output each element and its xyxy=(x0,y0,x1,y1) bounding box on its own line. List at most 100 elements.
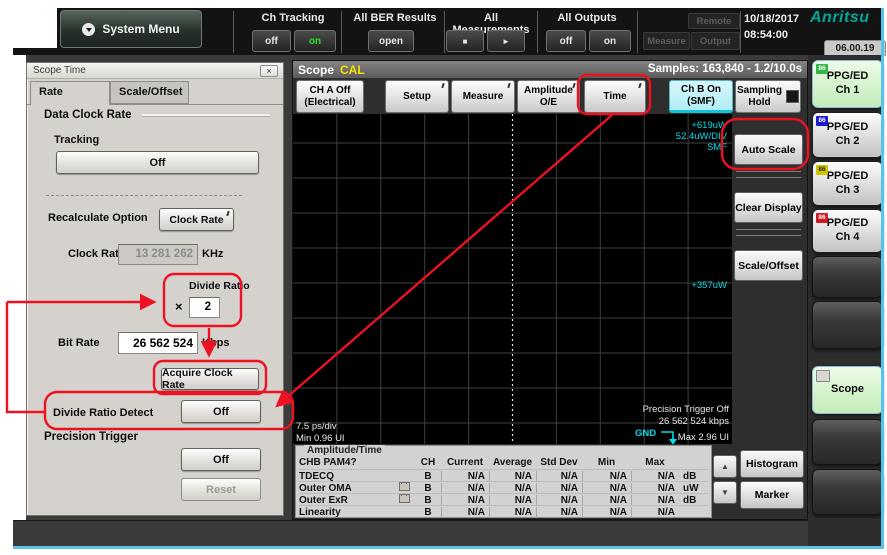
row-ch: B xyxy=(415,471,441,482)
scale-offset-button[interactable]: Scale/Offset xyxy=(734,250,803,281)
row-ch: B xyxy=(415,483,441,494)
screen: System Menu Ch Tracking off on All BER R… xyxy=(0,0,887,555)
multiply-sign: × xyxy=(175,299,183,314)
all-outputs-on-button[interactable]: on xyxy=(589,30,631,52)
ch-b-line1: Ch B On xyxy=(681,84,721,96)
bit-rate-label: Bit Rate xyxy=(58,337,100,349)
cell-average: N/A xyxy=(489,507,536,518)
ch-a-button[interactable]: CH A Off (Electrical) xyxy=(296,80,364,113)
samples-readout: Samples: 163,840 - 1.2/10.0s xyxy=(648,63,802,75)
col-max: Max xyxy=(631,457,679,468)
reset-button[interactable]: Reset xyxy=(181,478,261,501)
time-button[interactable]: Time xyxy=(584,80,646,113)
amplitude-line1: Amplitude xyxy=(524,85,573,97)
col-current: Current xyxy=(441,457,489,468)
scope-time-dialog: Scope Time × Rate Scale/Offset Data Cloc… xyxy=(26,62,284,516)
system-menu-label: System Menu xyxy=(102,22,179,36)
amplitude-line2: O/E xyxy=(540,97,557,109)
table-group-label: Amplitude/Time xyxy=(304,445,385,456)
clear-display-button[interactable]: Clear Display xyxy=(734,192,803,223)
tracking-off-button[interactable]: Off xyxy=(56,151,259,174)
scope-title-text: Scope xyxy=(298,63,334,77)
ch-b-line2: (SMF) xyxy=(687,96,715,108)
scope-button-label: Scope xyxy=(831,383,864,397)
all-measurements-start-button[interactable]: ► xyxy=(487,30,525,52)
sidebar-item-blank-4[interactable] xyxy=(812,469,883,515)
sidebar-item-blank-3[interactable] xyxy=(812,419,883,465)
row-name: TDECQ xyxy=(299,471,399,482)
chevron-down-circle-icon xyxy=(82,23,95,36)
vertical-scale-readout: 52.4uW/DIV xyxy=(676,131,728,142)
ch-a-line1: CH A Off xyxy=(310,85,351,97)
acquire-clock-rate-button[interactable]: Acquire Clock Rate xyxy=(161,368,259,390)
remote-indicator: Remote xyxy=(688,13,740,29)
dialog-titlebar[interactable]: Scope Time xyxy=(27,63,283,79)
cell-current: N/A xyxy=(441,483,489,494)
date-text: 10/18/2017 xyxy=(744,13,799,25)
row-name: Outer OMA xyxy=(299,483,399,494)
ch-tracking-off-button[interactable]: off xyxy=(252,30,291,52)
sidebar-item-ppg-ed-ch4[interactable]: 86 PPG/ED Ch 4 xyxy=(812,209,883,253)
bottom-status-bar xyxy=(13,520,884,547)
ch2-slot-badge: 86 xyxy=(816,116,828,126)
tab-scale-offset[interactable]: Scale/Offset xyxy=(110,81,189,104)
tab-rate[interactable]: Rate xyxy=(30,81,110,105)
measure-indicator: Measure xyxy=(643,32,690,50)
bitrate-readout: 26 562 524 kbps xyxy=(659,416,730,427)
clock-rate-field: 13 281 262 xyxy=(118,244,198,265)
divide-ratio-detect-off-button[interactable]: Off xyxy=(181,400,261,423)
table-scroll-down-button[interactable]: ▼ xyxy=(713,481,737,504)
setup-button[interactable]: Setup xyxy=(385,80,449,113)
ch-b-button[interactable]: Ch B On (SMF) xyxy=(669,80,733,113)
cell-max: N/A xyxy=(631,471,679,482)
system-menu-button[interactable]: System Menu xyxy=(60,10,202,48)
ch1-slot-badge: 86 xyxy=(816,64,828,74)
col-average: Average xyxy=(489,457,536,468)
ch1-line2: Ch 1 xyxy=(836,84,860,98)
sidebar-item-blank-2[interactable] xyxy=(812,301,883,349)
sidebar-item-blank-1[interactable] xyxy=(812,256,883,298)
measurement-table: Amplitude/Time CHB PAM4? CH Current Aver… xyxy=(295,445,712,518)
cell-average: N/A xyxy=(489,483,536,494)
precision-trigger-off-button[interactable]: Off xyxy=(181,448,261,471)
sidebar-item-ppg-ed-ch3[interactable]: 86 PPG/ED Ch 3 xyxy=(812,161,883,206)
gnd-marker-label: GND xyxy=(635,428,656,439)
ch-tracking-on-button[interactable]: on xyxy=(294,30,336,52)
recalculate-option-button[interactable]: Clock Rate xyxy=(159,208,234,231)
sidebar-item-ppg-ed-ch2[interactable]: 86 PPG/ED Ch 2 xyxy=(812,112,883,158)
cell-unit: dB xyxy=(679,471,707,482)
col-ch: CH xyxy=(415,457,441,468)
lock-icon xyxy=(399,482,410,491)
time-text: 08:54:00 xyxy=(744,29,788,41)
min-ui-readout: Min 0.96 UI xyxy=(296,433,345,444)
auto-scale-button[interactable]: Auto Scale xyxy=(734,134,803,165)
col-min: Min xyxy=(582,457,631,468)
table-scroll-up-button[interactable]: ▲ xyxy=(713,455,737,478)
separator xyxy=(736,171,801,172)
all-ber-open-button[interactable]: open xyxy=(368,30,414,52)
col-stddev: Std Dev xyxy=(536,457,582,468)
clock-rate-unit: KHz xyxy=(202,248,223,260)
ch4-slot-badge: 86 xyxy=(816,213,828,223)
channel-mode-label: CHB PAM4? xyxy=(299,457,399,468)
histogram-button[interactable]: Histogram xyxy=(740,450,804,478)
bit-rate-unit: Kbps xyxy=(202,337,230,349)
heading-rule xyxy=(142,114,270,117)
measure-button[interactable]: Measure xyxy=(451,80,515,113)
bit-rate-input[interactable]: 26 562 524 xyxy=(118,332,198,354)
close-icon[interactable]: × xyxy=(260,65,278,77)
marker-button[interactable]: Marker xyxy=(740,481,804,509)
cell-average: N/A xyxy=(489,495,536,506)
cell-min: N/A xyxy=(582,471,631,482)
all-outputs-off-button[interactable]: off xyxy=(546,30,586,52)
top-bar: System Menu Ch Tracking off on All BER R… xyxy=(13,8,884,55)
clock-rate-label: Clock Rate xyxy=(68,248,125,260)
amplitude-oe-button[interactable]: Amplitude O/E xyxy=(517,80,580,113)
sidebar-item-ppg-ed-ch1[interactable]: 86 PPG/ED Ch 1 xyxy=(812,60,883,108)
top-left-notch xyxy=(13,8,57,48)
sidebar-item-scope[interactable]: Scope xyxy=(812,366,883,414)
divide-ratio-input[interactable]: 2 xyxy=(189,297,220,318)
cell-stddev: N/A xyxy=(536,471,582,482)
all-measurements-stop-button[interactable]: ■ xyxy=(446,30,484,52)
sampling-hold-button[interactable]: Sampling Hold xyxy=(735,80,801,113)
